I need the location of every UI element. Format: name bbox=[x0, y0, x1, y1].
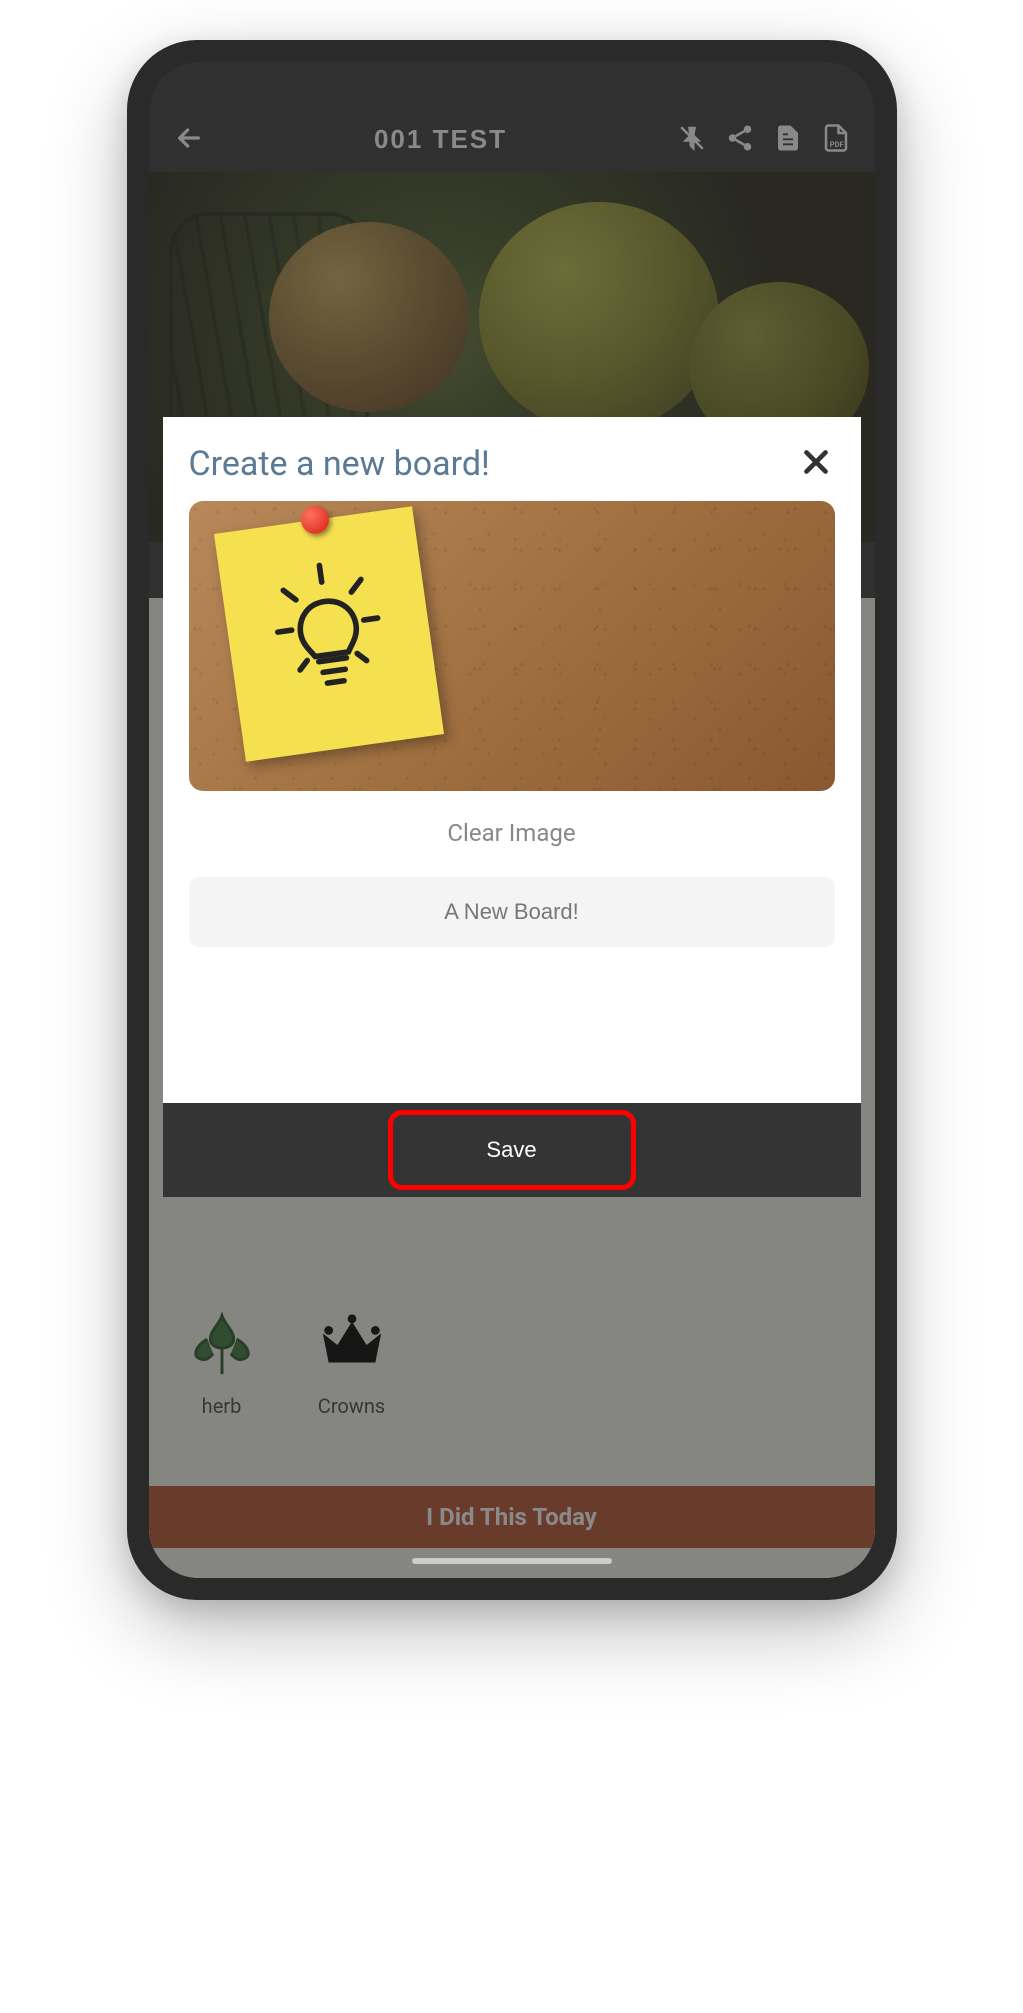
close-button[interactable] bbox=[797, 443, 835, 485]
board-image-picker[interactable] bbox=[189, 501, 835, 791]
modal-title: Create a new board! bbox=[189, 444, 490, 484]
create-board-modal: Create a new board! bbox=[163, 417, 861, 1197]
device-frame: 001 TEST PDF bbox=[127, 40, 897, 1600]
clear-image-button[interactable]: Clear Image bbox=[189, 819, 835, 847]
lightbulb-icon bbox=[247, 538, 410, 730]
save-button[interactable]: Save bbox=[394, 1119, 630, 1181]
board-name-input[interactable] bbox=[189, 877, 835, 947]
modal-body: Create a new board! bbox=[163, 417, 861, 1103]
device-screen: 001 TEST PDF bbox=[149, 62, 875, 1578]
close-icon bbox=[797, 443, 835, 481]
sticky-note bbox=[213, 506, 443, 762]
modal-footer: Save bbox=[163, 1103, 861, 1197]
home-indicator[interactable] bbox=[412, 1558, 612, 1564]
